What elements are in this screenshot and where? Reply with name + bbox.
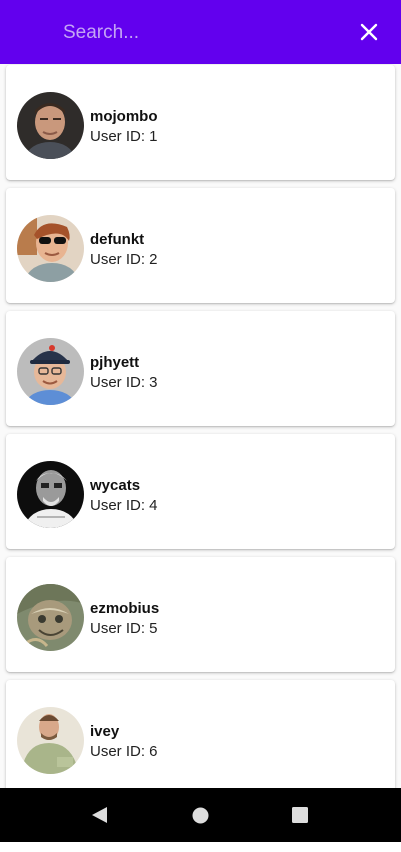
user-name: defunkt bbox=[90, 231, 145, 248]
avatar bbox=[17, 92, 84, 159]
screen-bottom-edge bbox=[0, 842, 401, 852]
avatar bbox=[17, 461, 84, 528]
avatar bbox=[17, 215, 84, 282]
user-name: pjhyett bbox=[90, 354, 140, 371]
user-card[interactable]: defunkt User ID: 2 bbox=[6, 188, 395, 303]
nav-home-button[interactable] bbox=[192, 807, 209, 829]
user-card[interactable]: mojombo User ID: 1 bbox=[6, 65, 395, 180]
nav-recents-icon bbox=[292, 807, 308, 823]
search-input[interactable] bbox=[63, 18, 333, 48]
user-id: User ID: 3 bbox=[90, 374, 158, 391]
user-name: wycats bbox=[90, 477, 141, 494]
nav-back-icon bbox=[92, 807, 107, 823]
user-name: mojombo bbox=[90, 108, 158, 125]
user-card[interactable]: ezmobius User ID: 5 bbox=[6, 557, 395, 672]
user-id: User ID: 5 bbox=[90, 620, 158, 637]
avatar bbox=[17, 584, 84, 651]
user-id: User ID: 6 bbox=[90, 743, 158, 760]
nav-recents-button[interactable] bbox=[292, 807, 308, 828]
user-card[interactable]: pjhyett User ID: 3 bbox=[6, 311, 395, 426]
close-icon bbox=[360, 23, 378, 41]
user-id: User ID: 1 bbox=[90, 128, 158, 145]
avatar bbox=[17, 338, 84, 405]
user-id: User ID: 2 bbox=[90, 251, 158, 268]
nav-back-button[interactable] bbox=[91, 806, 109, 829]
user-id: User ID: 4 bbox=[90, 497, 158, 514]
search-app-bar bbox=[0, 0, 401, 64]
system-navigation-bar bbox=[0, 788, 401, 842]
nav-home-icon bbox=[192, 807, 209, 824]
close-search-button[interactable] bbox=[354, 17, 384, 47]
user-card[interactable]: wycats User ID: 4 bbox=[6, 434, 395, 549]
user-name: ezmobius bbox=[90, 600, 160, 617]
user-card[interactable]: ivey User ID: 6 bbox=[6, 680, 395, 788]
user-name: ivey bbox=[90, 723, 120, 740]
user-list[interactable]: mojombo User ID: 1 defunkt User ID: 2 pj… bbox=[0, 64, 401, 788]
avatar bbox=[17, 707, 84, 774]
